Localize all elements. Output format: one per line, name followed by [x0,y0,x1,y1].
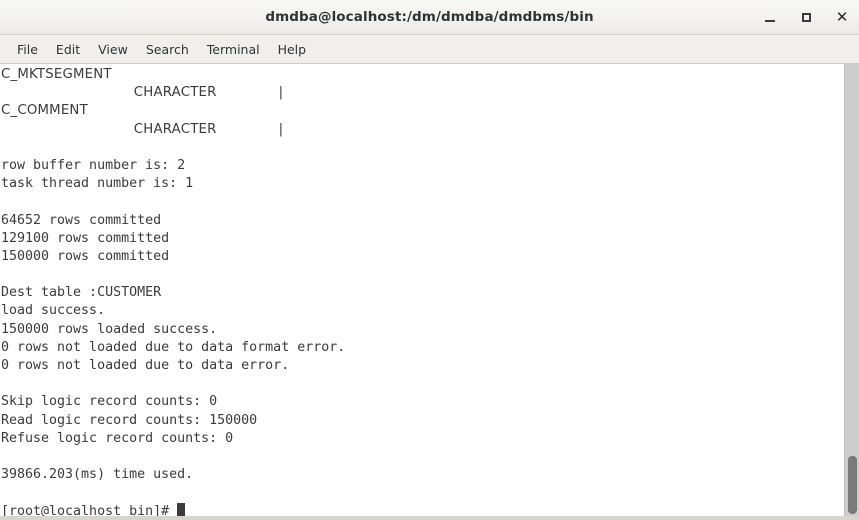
close-icon[interactable]: ✕ [834,9,850,25]
terminal-line: 0 rows not loaded due to data error. [1,358,290,373]
terminal-line: load success. [1,303,106,319]
titlebar[interactable]: dmdba@localhost:/dm/dmdba/dmdbms/bin ✕ [0,0,859,35]
terminal-line: Refuse logic record counts: 0 [1,430,234,446]
minimize-icon[interactable] [762,9,778,25]
terminal-line: 150000 rows committed [1,248,170,264]
terminal-line: CHARACTER | [1,85,284,101]
terminal-line: CHARACTER | [1,121,284,137]
terminal-line: C_MKTSEGMENT [1,67,112,82]
terminal-line: Dest table :CUSTOMER [1,285,162,301]
menu-item-view[interactable]: View [89,39,137,60]
window-bottom-edge [0,516,859,520]
terminal-line: task thread number is: 1 [1,176,194,192]
terminal-line: 129100 rows committed [1,230,170,246]
maximize-icon[interactable] [798,9,814,25]
terminal-line: 150000 rows loaded success. [1,321,218,337]
terminal-area[interactable]: C_MKTSEGMENT CHARACTER | C_COMMENT CHARAC… [0,64,859,520]
terminal-output[interactable]: C_MKTSEGMENT CHARACTER | C_COMMENT CHARAC… [0,64,844,520]
terminal-line: Skip logic record counts: 0 [1,394,218,410]
terminal-scrollbar[interactable] [844,64,859,520]
terminal-line: 0 rows not loaded due to data format err… [1,339,346,355]
menu-item-search[interactable]: Search [137,39,198,60]
menu-item-edit[interactable]: Edit [47,39,89,60]
terminal-line: row buffer number is: 2 [1,157,186,173]
menubar: File Edit View Search Terminal Help [0,35,859,64]
window-controls: ✕ [762,0,850,34]
menu-item-help[interactable]: Help [269,39,316,60]
terminal-window: dmdba@localhost:/dm/dmdba/dmdbms/bin ✕ F… [0,0,859,520]
scrollbar-thumb[interactable] [848,456,857,514]
menu-item-file[interactable]: File [8,39,47,60]
menu-item-terminal[interactable]: Terminal [198,39,269,60]
terminal-line: Read logic record counts: 150000 [1,412,258,428]
terminal-line: 39866.203(ms) time used. [1,467,194,483]
terminal-line: 64652 rows committed [1,212,162,228]
window-title: dmdba@localhost:/dm/dmdba/dmdbms/bin [265,9,594,25]
terminal-line: C_COMMENT [1,103,88,119]
